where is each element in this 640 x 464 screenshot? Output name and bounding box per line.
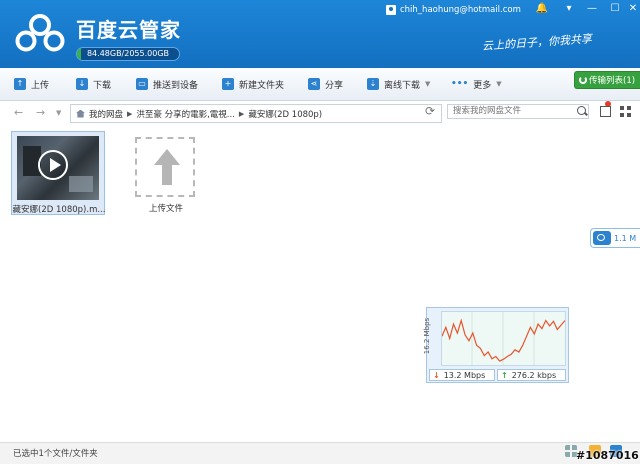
share-label: 分享: [325, 80, 344, 91]
minimize-button[interactable]: —: [583, 2, 601, 16]
search-input[interactable]: [447, 104, 589, 119]
download-arrow-icon: ↓: [433, 370, 440, 380]
chevron-down-icon: ▼: [496, 80, 502, 88]
list-view-icon[interactable]: [600, 106, 611, 117]
storage-quota-text: 84.48GB/2055.00GB: [86, 49, 170, 58]
breadcrumb-current-folder[interactable]: 藏安娜(2D 1080p): [244, 108, 326, 120]
user-avatar-icon: [386, 5, 396, 15]
push-to-device-button[interactable]: ▭ 推送到设备: [136, 76, 198, 92]
upload-arrow-icon: ↑: [501, 370, 508, 380]
floating-speed-widget[interactable]: 1.1 M: [590, 228, 640, 248]
offline-download-label: 离线下载: [384, 80, 421, 91]
more-dots-icon: •••: [451, 79, 469, 89]
download-icon: ↓: [76, 78, 88, 90]
transfer-list-button[interactable]: 传输列表(1): [574, 71, 640, 89]
more-label: 更多: [473, 80, 492, 91]
search-icon[interactable]: [577, 106, 586, 115]
grid-view-icon[interactable]: [620, 106, 631, 117]
notification-bell-icon[interactable]: 🔔: [533, 2, 551, 16]
file-name: 藏安娜(2D 1080p).m...: [12, 205, 106, 215]
storage-quota-fill: [77, 48, 82, 60]
upload-file-label: 上传文件: [148, 204, 183, 214]
upload-speed-readout: ↑ 276.2 kbps: [497, 369, 566, 381]
forward-arrow-icon[interactable]: →: [36, 106, 45, 119]
share-button[interactable]: ⋖ 分享: [308, 76, 343, 92]
download-button[interactable]: ↓ 下载: [76, 76, 111, 92]
home-icon: [76, 109, 85, 118]
upload-arrow-icon: [154, 149, 180, 187]
slogan: 云上的日子，你我共享: [481, 32, 593, 53]
new-folder-label: 新建文件夹: [239, 80, 285, 91]
download-speed-text: 13.2 Mbps: [443, 370, 486, 380]
chevron-down-icon: ▼: [425, 80, 431, 88]
speed-graph-svg: [442, 312, 565, 365]
breadcrumb: 我的网盘 ▶ 洪至豪 分享的電影,電視... ▶ 藏安娜(2D 1080p): [70, 104, 442, 123]
history-chevron-icon[interactable]: ▼: [56, 109, 61, 117]
upload-speed-text: 276.2 kbps: [511, 370, 557, 380]
transfer-list-label: 传输列表(1): [589, 76, 636, 86]
download-speed-readout: ↓ 13.2 Mbps: [429, 369, 495, 381]
upload-icon: ↑: [14, 78, 26, 90]
download-label: 下载: [93, 80, 112, 91]
refresh-icon[interactable]: ⟳: [425, 104, 435, 118]
upload-button[interactable]: ↑ 上传: [14, 76, 49, 92]
play-icon[interactable]: [38, 150, 68, 180]
user-account[interactable]: chih_haohung@hotmail.com: [386, 3, 521, 17]
app-title: 百度云管家: [76, 18, 181, 42]
baidu-cloud-logo-icon: [15, 14, 65, 52]
speed-graph-plot: [441, 311, 566, 366]
selection-status: 已选中1个文件/文件夹: [13, 449, 98, 459]
watermark: #1087016: [576, 449, 639, 462]
floating-speed-text: 1.1 M: [614, 233, 637, 243]
close-button[interactable]: ✕: [624, 2, 640, 16]
push-to-device-label: 推送到设备: [153, 80, 199, 91]
storage-quota-bar: 84.48GB/2055.00GB: [76, 47, 180, 61]
breadcrumb-shared-folder[interactable]: 洪至豪 分享的電影,電視...: [132, 108, 239, 120]
upload-label: 上传: [31, 80, 50, 91]
device-icon: ▭: [136, 78, 148, 90]
more-button[interactable]: ••• 更多 ▼: [451, 76, 502, 92]
menu-chevron-icon[interactable]: ▾: [560, 2, 578, 16]
cloud-logo-icon: [593, 231, 611, 245]
user-email: chih_haohung@hotmail.com: [400, 5, 521, 15]
offline-download-icon: ⇣: [367, 78, 379, 90]
upload-drop-box: [135, 137, 195, 197]
new-folder-icon: +: [222, 78, 234, 90]
upload-file-tile[interactable]: 上传文件: [128, 131, 204, 215]
app-header: 百度云管家 84.48GB/2055.00GB chih_haohung@hot…: [0, 0, 640, 68]
toolbar: ↑ 上传 ↓ 下载 ▭ 推送到设备 + 新建文件夹 ⋖ 分享 ⇣ 离线下载 ▼ …: [0, 68, 640, 101]
speed-graph-y-label: 16.2 Mbps: [423, 317, 432, 355]
transfer-progress-icon: [579, 76, 587, 84]
file-tile-video[interactable]: 藏安娜(2D 1080p).m...: [11, 131, 105, 215]
speed-graph-widget: 16.2 Mbps ↓ 13.2 Mbps ↑ 276.2 kbps: [423, 307, 569, 383]
maximize-button[interactable]: ☐: [606, 2, 624, 16]
offline-download-button[interactable]: ⇣ 离线下载 ▼: [367, 76, 430, 92]
share-icon: ⋖: [308, 78, 320, 90]
breadcrumb-my-disk[interactable]: 我的网盘: [85, 108, 127, 120]
back-arrow-icon[interactable]: ←: [14, 106, 23, 119]
new-folder-button[interactable]: + 新建文件夹: [222, 76, 284, 92]
status-bar: 已选中1个文件/文件夹: [0, 442, 640, 464]
